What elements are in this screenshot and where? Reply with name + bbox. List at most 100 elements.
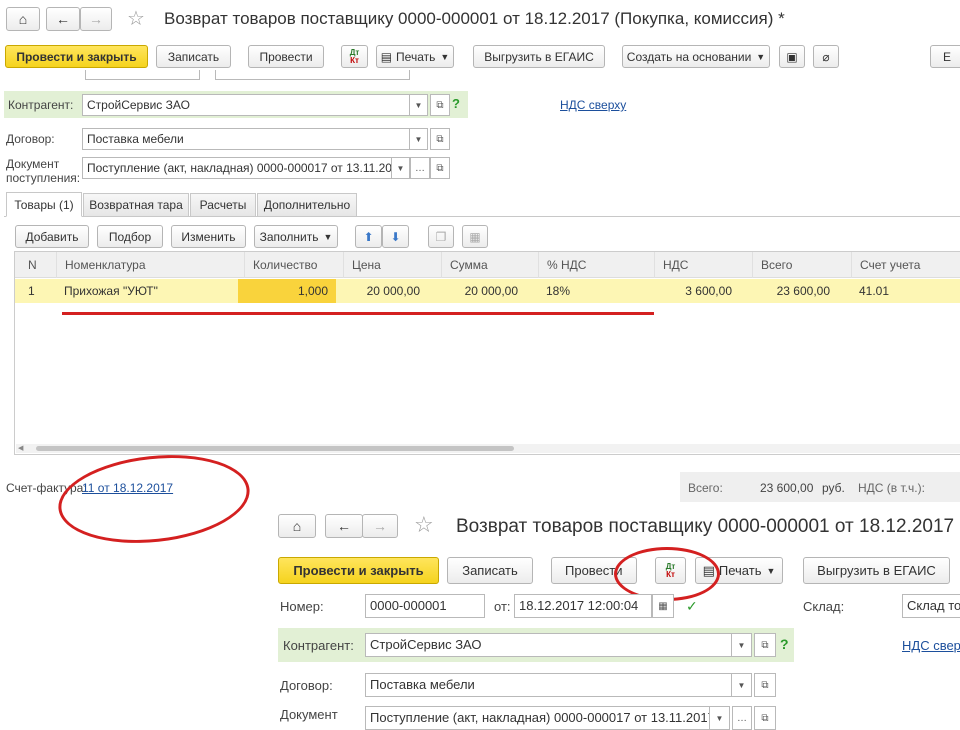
forward-button[interactable]: → — [80, 7, 112, 31]
back-button[interactable]: ← — [325, 514, 363, 538]
chevron-down-icon: ▼ — [323, 231, 333, 242]
row-sum: 20 000,00 — [464, 284, 518, 298]
contract-dropdown[interactable]: ▼ — [410, 128, 428, 150]
scroll-thumb[interactable] — [36, 446, 514, 451]
arrow-down-icon: ⬇ — [390, 229, 401, 244]
contract-open-button[interactable]: ⧉ — [754, 673, 776, 697]
chevron-down-icon: ▼ — [766, 565, 776, 576]
col-account[interactable]: Счет учета — [851, 252, 960, 278]
receipt-field[interactable]: Поступление (акт, накладная) 0000-000017… — [82, 157, 392, 179]
red-underline-annotation — [62, 312, 654, 315]
tab-goods[interactable]: Товары (1) — [6, 192, 82, 217]
number-field[interactable]: 0000-000001 — [365, 594, 485, 618]
col-total[interactable]: Всего — [752, 252, 850, 278]
printer-icon: ▤ — [380, 49, 393, 64]
col-sum[interactable]: Сумма — [441, 252, 532, 278]
fill-label: Заполнить — [259, 229, 319, 244]
report-button[interactable]: ▣ — [779, 45, 805, 68]
counterparty-open-button[interactable]: ⧉ — [754, 633, 776, 657]
vat-on-top-link[interactable]: НДС сверху — [560, 98, 626, 112]
more-button[interactable]: E — [930, 45, 960, 68]
col-item[interactable]: Номенклатура — [56, 252, 238, 278]
chevron-down-icon: ▼ — [756, 51, 766, 62]
tab-settlements[interactable]: Расчеты — [190, 193, 256, 217]
change-button[interactable]: Изменить — [171, 225, 246, 248]
dt-kt-icon: Дт Кт — [349, 47, 360, 65]
forward-button[interactable]: → — [362, 514, 398, 538]
copy-button[interactable]: ❐ — [428, 225, 454, 248]
date-from-label: от: — [494, 599, 511, 614]
help-icon[interactable]: ? — [452, 96, 460, 111]
move-up-button[interactable]: ⬆ — [355, 225, 382, 248]
col-quantity[interactable]: Количество — [244, 252, 337, 278]
counterparty-field[interactable]: СтройСервис ЗАО — [82, 94, 410, 116]
calendar-icon: ▦ — [658, 600, 668, 612]
page-title: Возврат товаров поставщику 0000-000001 о… — [164, 9, 785, 28]
number-label: Номер: — [280, 599, 324, 614]
arrow-right-icon: → — [89, 11, 103, 27]
number-field-partial[interactable] — [85, 70, 200, 80]
tab-returnable-packaging[interactable]: Возвратная тара — [83, 193, 189, 217]
counterparty-dropdown[interactable]: ▼ — [732, 633, 752, 657]
attach-button[interactable]: ⌀ — [813, 45, 839, 68]
scroll-left-arrow-icon[interactable]: ◀ — [18, 444, 23, 452]
warehouse-label: Склад: — [803, 599, 845, 614]
contract-dropdown[interactable]: ▼ — [732, 673, 752, 697]
receipt-field[interactable]: Поступление (акт, накладная) 0000-000017… — [365, 706, 710, 730]
totals-label: Всего: — [688, 481, 723, 495]
post-button[interactable]: Провести — [248, 45, 324, 68]
counterparty-dropdown[interactable]: ▼ — [410, 94, 428, 116]
col-n[interactable]: N — [20, 252, 51, 278]
arrow-left-icon: ← — [337, 518, 351, 534]
col-vat-rate[interactable]: % НДС — [538, 252, 650, 278]
col-vat[interactable]: НДС — [654, 252, 746, 278]
date-field[interactable]: 18.12.2017 12:00:04 — [514, 594, 652, 618]
vat-on-top-link[interactable]: НДС свер — [902, 638, 960, 653]
receipt-dropdown[interactable]: ▼ — [710, 706, 730, 730]
favorite-star-icon[interactable]: ☆ — [127, 6, 145, 31]
egais-button[interactable]: Выгрузить в ЕГАИС — [803, 557, 950, 584]
chevron-down-icon: ▼ — [414, 100, 423, 110]
paste-button[interactable]: ▦ — [462, 225, 488, 248]
counterparty-open-button[interactable]: ⧉ — [430, 94, 450, 116]
open-icon: ⧉ — [436, 162, 444, 174]
save-button[interactable]: Записать — [156, 45, 231, 68]
calendar-button[interactable]: ▦ — [652, 594, 674, 618]
fill-button[interactable]: Заполнить ▼ — [254, 225, 338, 248]
receipt-open-button[interactable]: ⧉ — [430, 157, 450, 179]
print-button[interactable]: ▤ Печать ▼ — [376, 45, 454, 68]
horizontal-scrollbar[interactable]: ◀ — [16, 444, 960, 453]
open-icon: ⧉ — [761, 679, 769, 691]
receipt-open-button[interactable]: ⧉ — [754, 706, 776, 730]
post-and-close-button[interactable]: Провести и закрыть — [278, 557, 439, 584]
move-down-button[interactable]: ⬇ — [382, 225, 409, 248]
receipt-select-button[interactable]: … — [410, 157, 430, 179]
back-button[interactable]: ← — [46, 7, 80, 31]
document-icon: ▣ — [786, 49, 798, 64]
favorite-star-icon[interactable]: ☆ — [414, 512, 434, 538]
home-button[interactable]: ⌂ — [6, 7, 40, 31]
open-icon: ⧉ — [761, 712, 769, 724]
col-price[interactable]: Цена — [343, 252, 435, 278]
home-icon: ⌂ — [18, 11, 28, 27]
checkmark-icon: ✓ — [686, 598, 698, 614]
save-button[interactable]: Записать — [447, 557, 533, 584]
help-icon[interactable]: ? — [780, 636, 789, 652]
warehouse-field[interactable]: Склад то — [902, 594, 960, 618]
contract-field[interactable]: Поставка мебели — [365, 673, 732, 697]
select-items-button[interactable]: Подбор — [97, 225, 163, 248]
home-button[interactable]: ⌂ — [278, 514, 316, 538]
tab-additional[interactable]: Дополнительно — [257, 193, 357, 217]
contract-field[interactable]: Поставка мебели — [82, 128, 410, 150]
receipt-dropdown[interactable]: ▼ — [392, 157, 410, 179]
counterparty-field[interactable]: СтройСервис ЗАО — [365, 633, 732, 657]
date-field-partial[interactable] — [215, 70, 410, 80]
post-and-close-button[interactable]: Провести и закрыть — [5, 45, 148, 68]
contract-open-button[interactable]: ⧉ — [430, 128, 450, 150]
create-based-on-button[interactable]: Создать на основании ▼ — [622, 45, 770, 68]
arrow-right-icon: → — [373, 518, 387, 534]
egais-button[interactable]: Выгрузить в ЕГАИС — [473, 45, 605, 68]
receipt-select-button[interactable]: … — [732, 706, 752, 730]
add-row-button[interactable]: Добавить — [15, 225, 89, 248]
dt-kt-button[interactable]: Дт Кт — [341, 45, 368, 68]
